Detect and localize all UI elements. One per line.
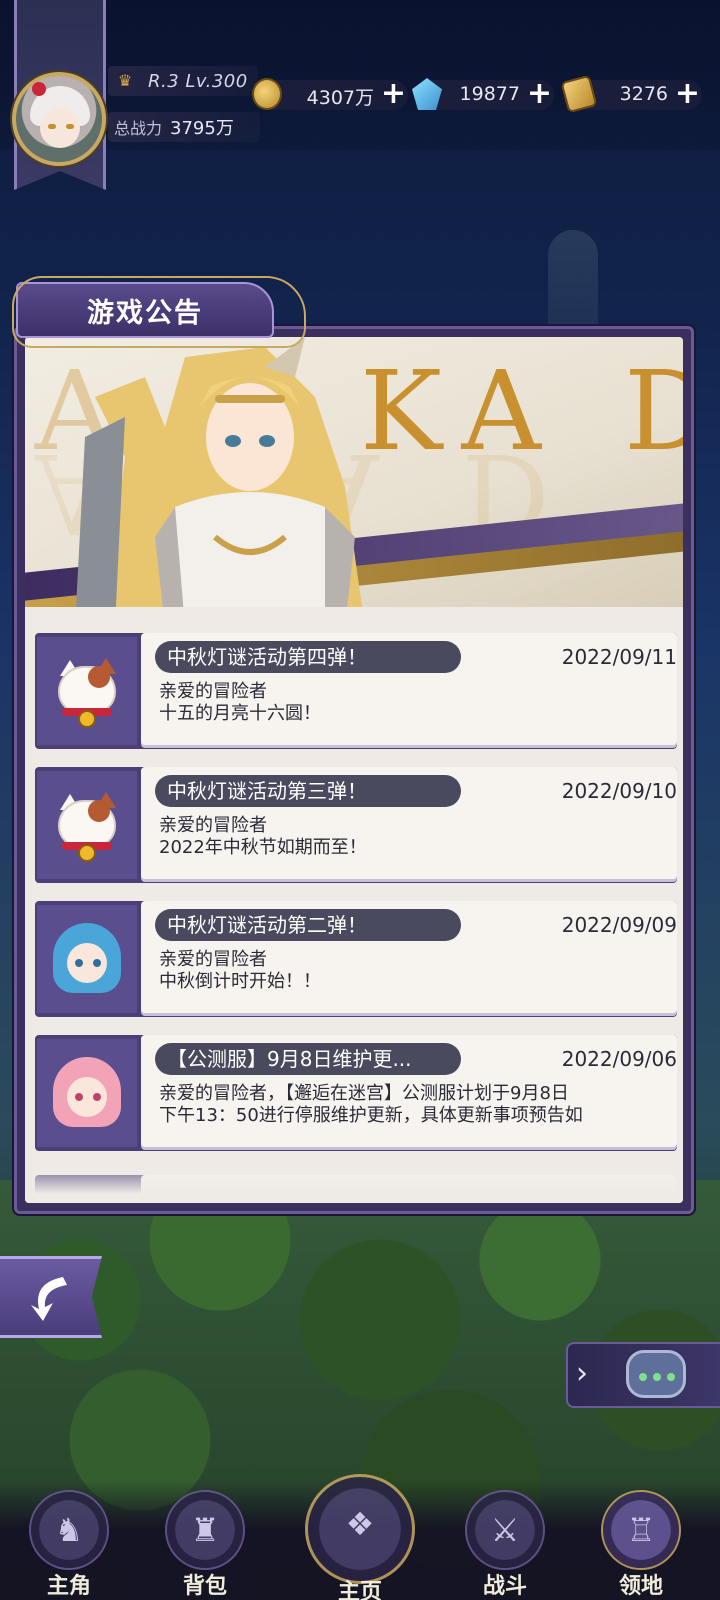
bag-icon: ♜	[190, 1511, 220, 1549]
notice-title: 【公测服】9月8日维护更...	[155, 1043, 461, 1075]
nav-label: 背包	[182, 1573, 227, 1599]
add-gem-button[interactable]: +	[527, 78, 552, 110]
notice-item[interactable]: 中秋灯谜活动第三弹！ 2022/09/10 亲爱的冒险者 2022年中秋节如期而…	[35, 767, 677, 883]
notice-item[interactable]: 中秋灯谜活动第二弹！ 2022/09/09 亲爱的冒险者 中秋倒计时开始！！	[35, 901, 677, 1017]
notice-title: 中秋灯谜活动第三弹！	[155, 775, 461, 807]
notice-date: 2022/09/10	[561, 779, 677, 803]
player-avatar[interactable]	[12, 72, 106, 166]
nav-label: 战斗	[482, 1573, 527, 1599]
notice-body: 亲爱的冒险者 中秋倒计时开始！！	[159, 949, 321, 992]
notice-card: 【公测服】9月8日维护更... 2022/09/06 亲爱的冒险者，【邂逅在迷宫…	[141, 1035, 677, 1147]
notice-avatar	[37, 771, 137, 879]
panel-title: 游戏公告	[87, 297, 203, 329]
rank-level: ♛ R.3 Lv.300	[108, 66, 258, 96]
coin-icon	[252, 78, 282, 110]
gem-value: 19877	[459, 83, 520, 105]
book-icon: ❖	[345, 1505, 375, 1543]
swords-icon: ⚔	[490, 1511, 520, 1549]
notice-title: 中秋灯谜活动第二弹！	[155, 909, 461, 941]
banner-character-art	[76, 337, 363, 607]
chat-icon	[626, 1350, 686, 1398]
add-gold-button[interactable]: +	[381, 78, 406, 110]
notice-body: 亲爱的冒险者 2022年中秋节如期而至！	[159, 815, 367, 858]
notice-title-tab: 游戏公告	[12, 276, 306, 348]
notice-item[interactable]: 【公测服】9月8日维护更... 2022/09/06 亲爱的冒险者，【邂逅在迷宫…	[35, 1035, 677, 1151]
nav-label: 主角	[46, 1573, 91, 1599]
bottom-navigation: ♞ 主角 ♜ 背包 ❖ 主页 ⚔ 战斗 ♖ 领地	[0, 1474, 720, 1600]
power-value: 3795万	[170, 118, 234, 139]
lucky-cat-icon	[52, 656, 122, 728]
hero-icon: ♞	[54, 1511, 84, 1549]
nav-bag[interactable]: ♜ 背包	[150, 1490, 260, 1600]
currency-gold: 4307万 +	[252, 78, 408, 110]
back-arrow-icon	[31, 1277, 67, 1321]
list-fade	[25, 1157, 683, 1203]
castle-icon: ♖	[626, 1511, 656, 1549]
crown-icon: ♛	[117, 71, 133, 90]
blue-hair-girl-icon	[51, 919, 123, 999]
back-button[interactable]	[0, 1256, 102, 1338]
rank-text: R.3 Lv.300	[148, 70, 248, 92]
notice-card: 中秋灯谜活动第三弹！ 2022/09/10 亲爱的冒险者 2022年中秋节如期而…	[141, 767, 677, 879]
nav-battle[interactable]: ⚔ 战斗	[450, 1490, 560, 1600]
power-label: 总战力	[114, 119, 163, 138]
lucky-cat-icon	[52, 790, 122, 862]
nav-territory[interactable]: ♖ 领地	[586, 1490, 696, 1600]
notice-list: 中秋灯谜活动第四弹！ 2022/09/11 亲爱的冒险者 十五的月亮十六圆！ 中…	[25, 619, 683, 1203]
notice-date: 2022/09/09	[561, 913, 677, 937]
nav-hero[interactable]: ♞ 主角	[14, 1490, 124, 1600]
currency-gem: 19877 +	[412, 78, 554, 110]
chat-button[interactable]: ›	[566, 1342, 720, 1408]
notice-date: 2022/09/11	[561, 645, 677, 669]
ticket-value: 3276	[619, 83, 668, 105]
notice-content: A A KA D A KA D	[25, 337, 683, 1203]
currency-ticket: 3276 +	[560, 74, 702, 114]
nav-home[interactable]: ❖ 主页	[305, 1474, 415, 1600]
chevron-right-icon: ›	[576, 1356, 588, 1391]
notice-card: 中秋灯谜活动第四弹！ 2022/09/11 亲爱的冒险者 十五的月亮十六圆！	[141, 633, 677, 745]
background-tower	[548, 230, 598, 340]
combat-power: 总战力 3795万	[108, 112, 260, 142]
notice-avatar	[37, 905, 137, 1013]
notice-banner[interactable]: A A KA D A KA D	[25, 337, 683, 607]
pink-hair-girl-icon	[51, 1053, 123, 1133]
gold-value: 4307万	[306, 87, 374, 109]
nav-label: 主页	[337, 1579, 382, 1600]
notice-avatar	[37, 1039, 137, 1147]
nav-label: 领地	[618, 1573, 663, 1599]
notice-body: 亲爱的冒险者 十五的月亮十六圆！	[159, 681, 321, 724]
notice-panel: A A KA D A KA D	[14, 326, 694, 1214]
notice-avatar	[37, 637, 137, 745]
notice-item[interactable]: 中秋灯谜活动第四弹！ 2022/09/11 亲爱的冒险者 十五的月亮十六圆！	[35, 633, 677, 749]
notice-date: 2022/09/06	[561, 1047, 677, 1071]
notice-title: 中秋灯谜活动第四弹！	[155, 641, 461, 673]
add-ticket-button[interactable]: +	[675, 78, 700, 110]
notice-body: 亲爱的冒险者，【邂逅在迷宫】公测服计划于9月8日 下午13：50进行停服维护更新…	[159, 1083, 583, 1126]
notice-card: 中秋灯谜活动第二弹！ 2022/09/09 亲爱的冒险者 中秋倒计时开始！！	[141, 901, 677, 1013]
